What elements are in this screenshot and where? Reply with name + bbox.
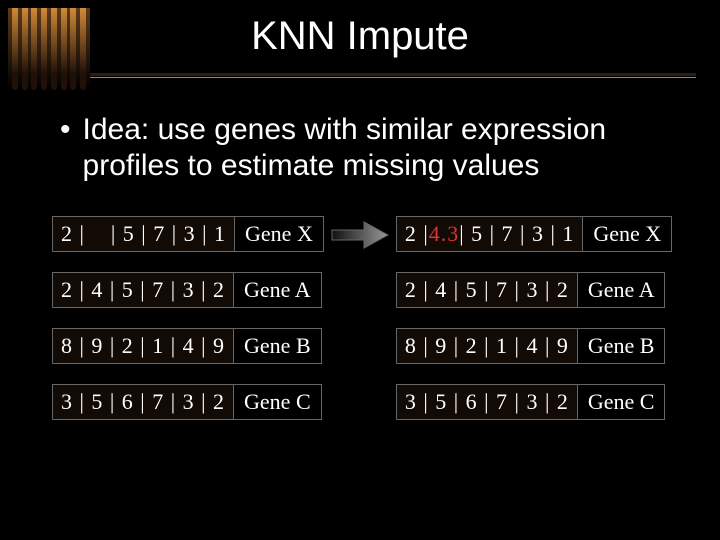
gene-values: 2 | 4 | 5 | 7 | 3 | 2 (52, 272, 234, 308)
gene-label: Gene A (578, 272, 666, 308)
bullet-text: Idea: use genes with similar expression … (83, 112, 670, 184)
table-row: 2 | 4 | 5 | 7 | 3 | 2 Gene A (52, 272, 324, 308)
slide-title: KNN Impute (0, 0, 720, 59)
gene-values: 2 |4.3| 5 | 7 | 3 | 1 (396, 216, 584, 252)
gene-label: Gene B (234, 328, 322, 364)
table-row: 2 |4.3| 5 | 7 | 3 | 1 Gene X (396, 216, 672, 252)
gene-values: 3 | 5 | 6 | 7 | 3 | 2 (396, 384, 578, 420)
values-suffix: | 5 | 7 | 3 | 1 (459, 221, 574, 247)
gene-values: 3 | 5 | 6 | 7 | 3 | 2 (52, 384, 234, 420)
imputed-value: 4.3 (429, 221, 460, 247)
bullet-marker: • (60, 112, 71, 148)
right-table: 2 |4.3| 5 | 7 | 3 | 1 Gene X 2 | 4 | 5 |… (396, 216, 672, 420)
table-row: 8 | 9 | 2 | 1 | 4 | 9 Gene B (396, 328, 672, 364)
table-row: 3 | 5 | 6 | 7 | 3 | 2 Gene C (52, 384, 324, 420)
gene-values: 8 | 9 | 2 | 1 | 4 | 9 (396, 328, 578, 364)
table-row: 2 | | 5 | 7 | 3 | 1 Gene X (52, 216, 324, 252)
gene-values: 2 | | 5 | 7 | 3 | 1 (52, 216, 235, 252)
title-underline (62, 73, 696, 78)
gene-values: 2 | 4 | 5 | 7 | 3 | 2 (396, 272, 578, 308)
tables-container: 2 | | 5 | 7 | 3 | 1 Gene X 2 | 4 | 5 | 7… (52, 216, 690, 420)
gene-label: Gene X (235, 216, 324, 252)
gene-label: Gene X (583, 216, 672, 252)
gene-values: 8 | 9 | 2 | 1 | 4 | 9 (52, 328, 234, 364)
bullet-item: • Idea: use genes with similar expressio… (60, 112, 670, 184)
gene-label: Gene C (234, 384, 322, 420)
left-table: 2 | | 5 | 7 | 3 | 1 Gene X 2 | 4 | 5 | 7… (52, 216, 324, 420)
table-row: 3 | 5 | 6 | 7 | 3 | 2 Gene C (396, 384, 672, 420)
gene-label: Gene C (578, 384, 666, 420)
gene-label: Gene B (578, 328, 666, 364)
logo-graphic (8, 8, 90, 90)
values-prefix: 2 | (405, 221, 429, 247)
table-row: 2 | 4 | 5 | 7 | 3 | 2 Gene A (396, 272, 672, 308)
gene-label: Gene A (234, 272, 322, 308)
table-row: 8 | 9 | 2 | 1 | 4 | 9 Gene B (52, 328, 324, 364)
arrow-icon (324, 216, 396, 250)
